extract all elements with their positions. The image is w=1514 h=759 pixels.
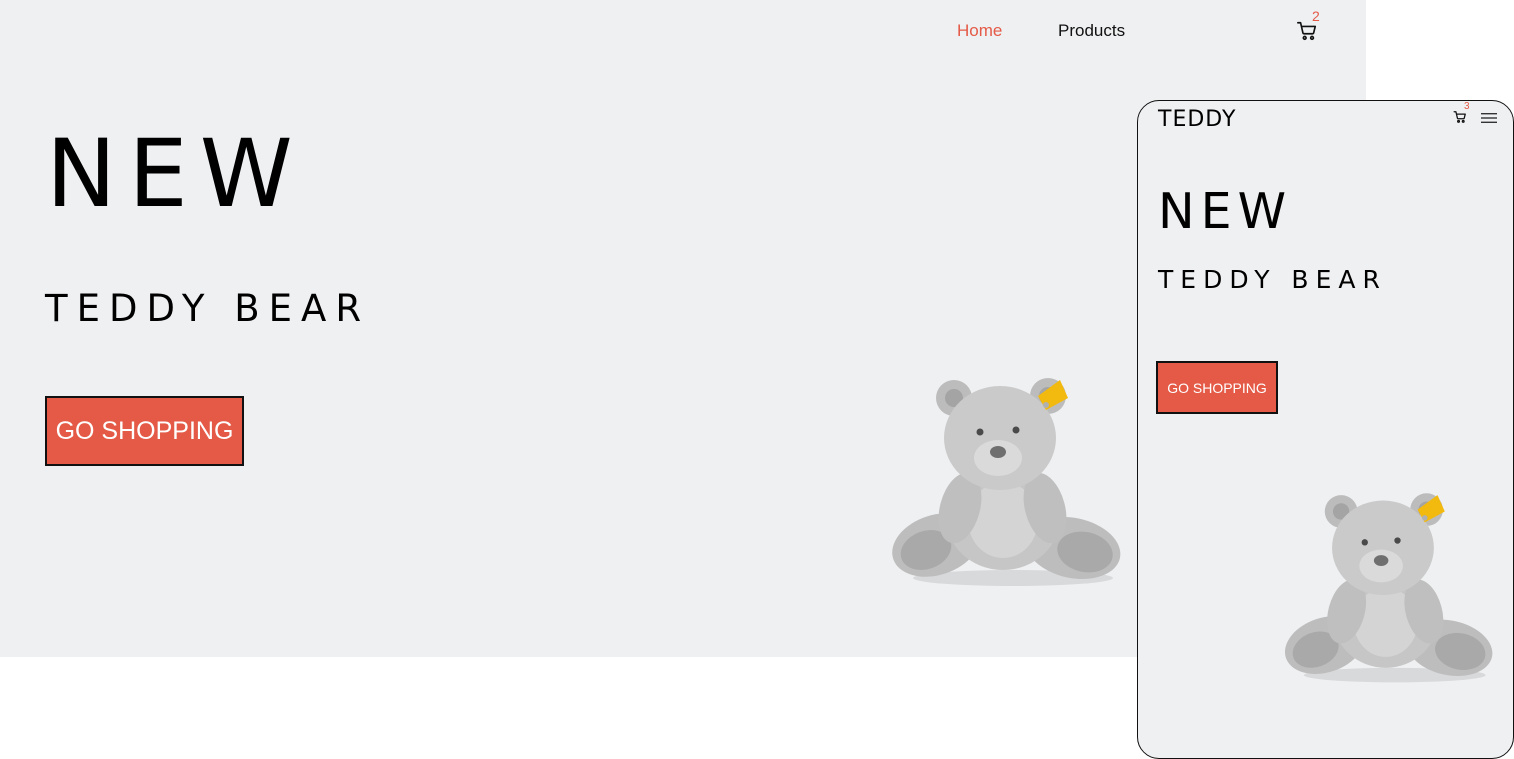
nav-home-link[interactable]: Home bbox=[957, 21, 1002, 41]
go-shopping-button[interactable]: GO SHOPPING bbox=[45, 396, 244, 466]
hero-title: NEW bbox=[46, 120, 305, 229]
mobile-logo[interactable]: TEDDY bbox=[1158, 107, 1236, 132]
cart-button[interactable]: 2 bbox=[1296, 8, 1320, 42]
mobile-go-shopping-button[interactable]: GO SHOPPING bbox=[1156, 361, 1278, 414]
mobile-teddy-bear-image bbox=[1284, 493, 1493, 683]
hero-subtitle: TEDDY BEAR bbox=[45, 287, 371, 330]
cart-icon bbox=[1453, 111, 1466, 123]
mobile-cart-button[interactable]: 3 bbox=[1453, 101, 1470, 124]
mobile-hero-subtitle: TEDDY BEAR bbox=[1158, 265, 1387, 294]
mobile-cart-count-badge: 3 bbox=[1464, 101, 1470, 112]
mobile-mockup: TEDDY 3 NEW TEDDY BEAR GO SHOPPING bbox=[1137, 100, 1514, 759]
cart-count-badge: 2 bbox=[1312, 8, 1320, 24]
mobile-hero-title: NEW bbox=[1158, 183, 1293, 240]
nav-products-link[interactable]: Products bbox=[1058, 21, 1125, 41]
teddy-bear-image bbox=[892, 378, 1121, 586]
hamburger-menu-icon[interactable] bbox=[1481, 112, 1497, 124]
